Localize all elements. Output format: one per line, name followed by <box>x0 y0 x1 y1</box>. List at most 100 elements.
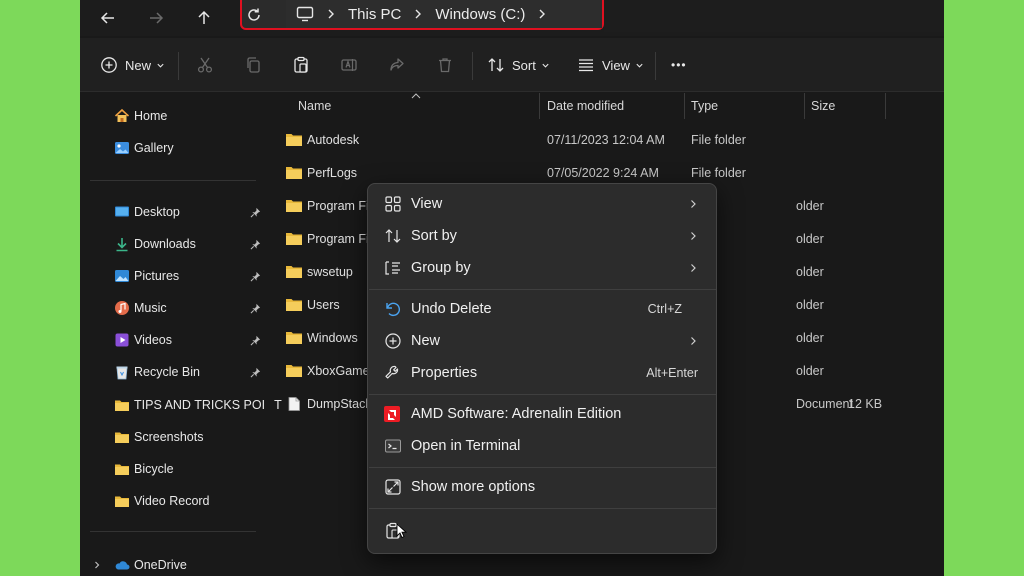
context-menu: View Sort by Group by Undo Delete Ctrl+Z… <box>367 183 717 554</box>
nav-item-label: OneDrive <box>134 558 187 572</box>
menu-divider <box>369 467 716 468</box>
folder-icon <box>115 400 129 411</box>
nav-item-videos[interactable]: Videos <box>80 328 266 352</box>
up-button[interactable] <box>190 4 218 32</box>
folder-icon <box>286 233 302 245</box>
rename-button[interactable] <box>340 53 358 77</box>
document-icon <box>288 397 300 411</box>
back-button[interactable] <box>94 4 122 32</box>
share-button[interactable] <box>388 53 406 77</box>
forward-button[interactable] <box>142 4 170 32</box>
cut-button[interactable] <box>196 53 214 77</box>
refresh-button[interactable] <box>240 1 268 29</box>
paste-button[interactable] <box>292 53 310 77</box>
view-label: View <box>602 57 630 73</box>
menu-item-amd-software[interactable]: AMD Software: Adrenalin Edition <box>372 398 712 430</box>
chevron-right-icon[interactable] <box>92 560 102 570</box>
nav-item-label: Downloads <box>134 237 196 251</box>
onedrive-icon <box>115 561 130 570</box>
breadcrumb-windows-c[interactable]: Windows (C:) <box>435 6 525 23</box>
home-icon <box>114 108 130 122</box>
copy-button[interactable] <box>244 53 262 77</box>
menu-item-properties[interactable]: Properties Alt+Enter <box>372 357 712 389</box>
file-name: swsetup <box>307 265 353 279</box>
pin-icon[interactable] <box>250 303 261 314</box>
nav-item-home[interactable]: Home <box>80 104 266 128</box>
refresh-icon <box>248 8 260 21</box>
search-area[interactable] <box>604 0 944 32</box>
nav-item-recycle-bin[interactable]: Recycle Bin <box>80 360 266 384</box>
file-row-autodesk[interactable]: Autodesk 07/11/2023 12:04 AM File folder <box>274 124 944 157</box>
file-name: Program Fil <box>307 199 372 213</box>
folder-icon <box>286 167 302 179</box>
nav-item-gallery[interactable]: Gallery <box>80 136 266 160</box>
menu-item-view[interactable]: View <box>372 188 712 220</box>
address-row: This PC Windows (C:) <box>80 0 944 36</box>
paste-button[interactable] <box>372 515 414 547</box>
column-type[interactable]: Type <box>691 99 718 113</box>
column-date-modified[interactable]: Date modified <box>547 99 624 113</box>
menu-item-sort-by[interactable]: Sort by <box>372 220 712 252</box>
clipboard-icon <box>294 56 308 73</box>
toolbar-divider <box>472 52 473 80</box>
pin-icon[interactable] <box>250 335 261 346</box>
menu-item-label: Open in Terminal <box>411 438 521 454</box>
share-icon <box>390 58 404 71</box>
nav-item-label: Home <box>134 109 168 123</box>
nav-item-onedrive[interactable]: OneDrive <box>80 553 266 576</box>
column-divider[interactable] <box>804 93 805 119</box>
nav-item-desktop[interactable]: Desktop <box>80 200 266 224</box>
folder-icon <box>286 200 302 212</box>
menu-item-show-more-options[interactable]: Show more options <box>372 471 712 503</box>
pin-icon[interactable] <box>250 367 261 378</box>
chevron-right-icon <box>691 337 696 345</box>
menu-item-new[interactable]: New <box>372 325 712 357</box>
command-bar: New Sort View ••• <box>80 38 944 92</box>
column-header-row: Name Date modified Type Size <box>274 93 944 119</box>
column-size[interactable]: Size <box>811 99 835 113</box>
pin-icon[interactable] <box>250 207 261 218</box>
delete-button[interactable] <box>436 53 454 77</box>
sort-button[interactable]: Sort <box>487 53 550 77</box>
nav-divider <box>90 531 256 532</box>
nav-item-pictures[interactable]: Pictures <box>80 264 266 288</box>
chevron-right-icon <box>691 200 696 208</box>
column-divider[interactable] <box>684 93 685 119</box>
menu-item-label: View <box>411 196 443 212</box>
nav-item-label: Recycle Bin <box>134 365 200 379</box>
nav-item-screenshots[interactable]: Screenshots <box>80 425 266 449</box>
menu-item-open-in-terminal[interactable]: Open in Terminal <box>372 430 712 462</box>
nav-item-music[interactable]: Music <box>80 296 266 320</box>
column-name[interactable]: Name <box>298 99 331 113</box>
new-label: New <box>125 57 152 73</box>
nav-item-label: Desktop <box>134 205 180 219</box>
nav-item-downloads[interactable]: Downloads <box>80 232 266 256</box>
shortcut-label: Alt+Enter <box>646 366 698 380</box>
breadcrumb-this-pc[interactable]: This PC <box>348 6 401 23</box>
nav-item-video-record[interactable]: Video Record <box>80 489 266 513</box>
column-divider[interactable] <box>885 93 886 119</box>
view-button[interactable]: View <box>577 53 644 77</box>
folder-icon <box>115 496 129 507</box>
menu-item-label: Undo Delete <box>411 301 492 317</box>
file-date: 07/05/2022 9:24 AM <box>547 166 659 180</box>
mouse-cursor-icon <box>396 523 407 539</box>
file-type: older <box>796 298 824 312</box>
chevron-right-icon[interactable] <box>535 7 549 21</box>
folder-icon <box>286 365 302 377</box>
trash-icon <box>439 58 451 73</box>
menu-item-group-by[interactable]: Group by <box>372 252 712 284</box>
more-options-button[interactable]: ••• <box>671 53 687 77</box>
nav-pane-splitter[interactable] <box>266 93 274 576</box>
nav-item-tips-and-tricks-point[interactable]: TIPS AND TRICKS POINT <box>80 393 282 417</box>
menu-item-undo-delete[interactable]: Undo Delete Ctrl+Z <box>372 293 712 325</box>
plus-circle-icon <box>101 57 117 73</box>
address-bar[interactable]: This PC Windows (C:) <box>286 0 602 28</box>
new-button[interactable]: New <box>100 53 165 77</box>
column-divider[interactable] <box>539 93 540 119</box>
pin-icon[interactable] <box>250 271 261 282</box>
nav-item-bicycle[interactable]: Bicycle <box>80 457 266 481</box>
file-name: XboxGames <box>307 364 376 378</box>
toolbar-divider <box>655 52 656 80</box>
pin-icon[interactable] <box>250 239 261 250</box>
